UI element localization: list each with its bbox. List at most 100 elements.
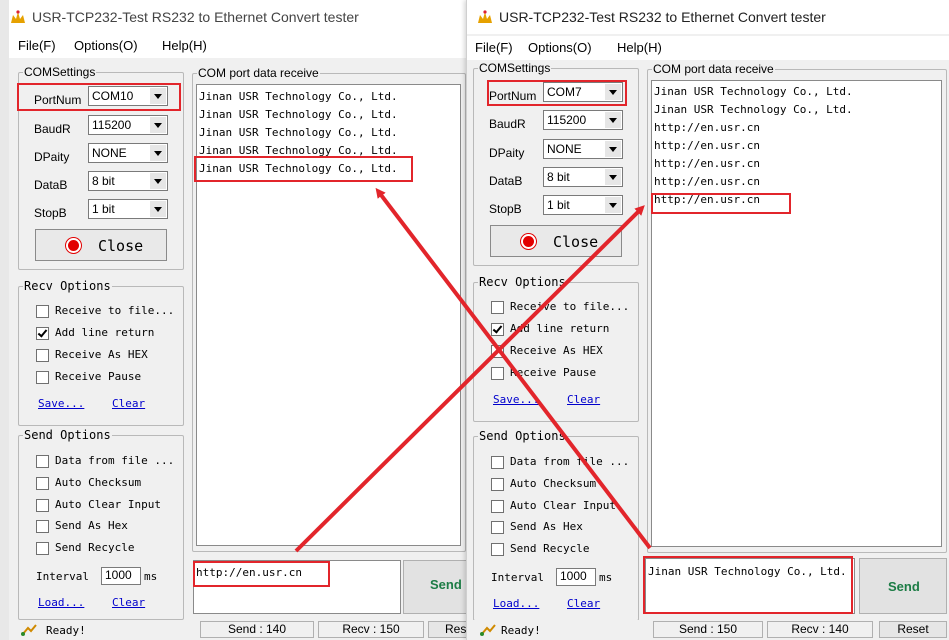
baud-value: 115200 (92, 118, 132, 132)
receive-pause-checkbox[interactable] (36, 371, 49, 384)
receive-line: http://en.usr.cn (654, 157, 760, 170)
interval-input[interactable]: 1000 (556, 568, 596, 586)
data-from-file-checkbox[interactable] (491, 456, 504, 469)
recv-clear-link[interactable]: Clear (567, 393, 600, 406)
recv-count: Recv : 140 (767, 621, 873, 638)
auto-clear-input-checkbox[interactable] (36, 499, 49, 512)
received-line-highlight (651, 193, 791, 214)
chevron-down-icon (605, 169, 621, 185)
close-button-label: Close (553, 233, 599, 251)
receive-to-file-checkbox[interactable] (36, 305, 49, 318)
send-button[interactable]: Send (403, 560, 474, 614)
received-line-highlight (194, 156, 413, 182)
left-tester-window: USR-TCP232-Test RS232 to Ethernet Conver… (0, 0, 474, 640)
send-button[interactable]: Send (859, 558, 947, 614)
stopbits-select[interactable]: 1 bit (88, 199, 168, 219)
menu-help[interactable]: Help(H) (162, 38, 207, 53)
receive-pause-checkbox[interactable] (491, 367, 504, 380)
databits-select[interactable]: 8 bit (543, 167, 623, 187)
add-line-return-checkbox[interactable] (491, 323, 504, 336)
chevron-down-icon (150, 117, 166, 133)
status-led-icon (68, 240, 79, 251)
data-from-file-checkbox[interactable] (36, 455, 49, 468)
recv-options-legend: Recv Options (478, 275, 567, 289)
auto-clear-input-label: Auto Clear Input (55, 498, 161, 511)
receive-textarea[interactable]: Jinan USR Technology Co., Ltd. Jinan USR… (196, 84, 461, 546)
receive-textarea[interactable]: Jinan USR Technology Co., Ltd. Jinan USR… (651, 80, 942, 547)
ready-text: Ready! (46, 624, 86, 637)
send-as-hex-checkbox[interactable] (491, 521, 504, 534)
databits-select[interactable]: 8 bit (88, 171, 168, 191)
receive-line: Jinan USR Technology Co., Ltd. (199, 126, 398, 139)
receive-to-file-checkbox[interactable] (491, 301, 504, 314)
auto-checksum-checkbox[interactable] (36, 477, 49, 490)
parity-select[interactable]: NONE (543, 139, 623, 159)
close-port-button[interactable]: Close (490, 225, 622, 257)
databits-value: 8 bit (92, 174, 115, 188)
menu-file[interactable]: File(F) (475, 40, 513, 55)
portnum-highlight (17, 83, 181, 111)
chevron-down-icon (605, 197, 621, 213)
stopbits-value: 1 bit (92, 202, 115, 216)
add-line-return-label: Add line return (55, 326, 155, 339)
send-as-hex-checkbox[interactable] (36, 520, 49, 533)
send-options-legend: Send Options (478, 429, 567, 443)
parity-value: NONE (92, 146, 127, 160)
recv-options-legend: Recv Options (23, 279, 112, 293)
baud-select[interactable]: 115200 (543, 110, 623, 130)
interval-label: Interval (36, 570, 89, 583)
load-link[interactable]: Load... (493, 597, 539, 610)
close-port-button[interactable]: Close (35, 229, 167, 261)
interval-unit: ms (599, 571, 613, 584)
chevron-down-icon (150, 145, 166, 161)
auto-clear-input-checkbox[interactable] (491, 500, 504, 513)
chevron-down-icon (605, 141, 621, 157)
interval-input[interactable]: 1000 (101, 567, 141, 585)
menu-file[interactable]: File(F) (18, 38, 56, 53)
menu-options[interactable]: Options(O) (528, 40, 592, 55)
com-settings-legend: COMSettings (478, 61, 552, 75)
auto-checksum-checkbox[interactable] (491, 478, 504, 491)
app-icon (11, 10, 25, 23)
menu-options[interactable]: Options(O) (74, 38, 138, 53)
auto-clear-input-label: Auto Clear Input (510, 499, 616, 512)
send-recycle-checkbox[interactable] (36, 542, 49, 555)
send-count: Send : 150 (653, 621, 763, 638)
portnum-highlight (487, 80, 627, 106)
receive-as-hex-label: Receive As HEX (55, 348, 148, 361)
send-clear-link[interactable]: Clear (567, 597, 600, 610)
recv-clear-link[interactable]: Clear (112, 397, 145, 410)
parity-select[interactable]: NONE (88, 143, 168, 163)
send-clear-link[interactable]: Clear (112, 596, 145, 609)
receive-as-hex-checkbox[interactable] (36, 349, 49, 362)
receive-line: Jinan USR Technology Co., Ltd. (199, 90, 398, 103)
auto-checksum-label: Auto Checksum (55, 476, 142, 489)
right-tester-window: USR-TCP232-Test RS232 to Ethernet Conver… (466, 0, 949, 640)
ready-icon (480, 624, 496, 636)
chevron-down-icon (605, 112, 621, 128)
save-link[interactable]: Save... (493, 393, 539, 406)
send-text-highlight (643, 556, 853, 614)
send-recycle-checkbox[interactable] (491, 543, 504, 556)
receive-line: http://en.usr.cn (654, 139, 760, 152)
load-link[interactable]: Load... (38, 596, 84, 609)
status-bar: Ready! Send : 150 Recv : 140 Reset (467, 620, 949, 640)
receive-line: Jinan USR Technology Co., Ltd. (199, 108, 398, 121)
reset-button[interactable]: Reset (879, 621, 947, 638)
add-line-return-checkbox[interactable] (36, 327, 49, 340)
close-button-label: Close (98, 237, 144, 255)
menu-help[interactable]: Help(H) (617, 40, 662, 55)
receive-legend: COM port data receive (652, 62, 775, 76)
receive-line: Jinan USR Technology Co., Ltd. (654, 103, 853, 116)
save-link[interactable]: Save... (38, 397, 84, 410)
interval-label: Interval (491, 571, 544, 584)
receive-as-hex-checkbox[interactable] (491, 345, 504, 358)
parity-label: DPaity (34, 150, 70, 164)
baud-label: BaudR (34, 122, 71, 136)
receive-as-hex-label: Receive As HEX (510, 344, 603, 357)
baud-select[interactable]: 115200 (88, 115, 168, 135)
send-recycle-label: Send Recycle (55, 541, 135, 554)
send-count: Send : 140 (200, 621, 314, 638)
baud-label: BaudR (489, 117, 526, 131)
stopbits-select[interactable]: 1 bit (543, 195, 623, 215)
